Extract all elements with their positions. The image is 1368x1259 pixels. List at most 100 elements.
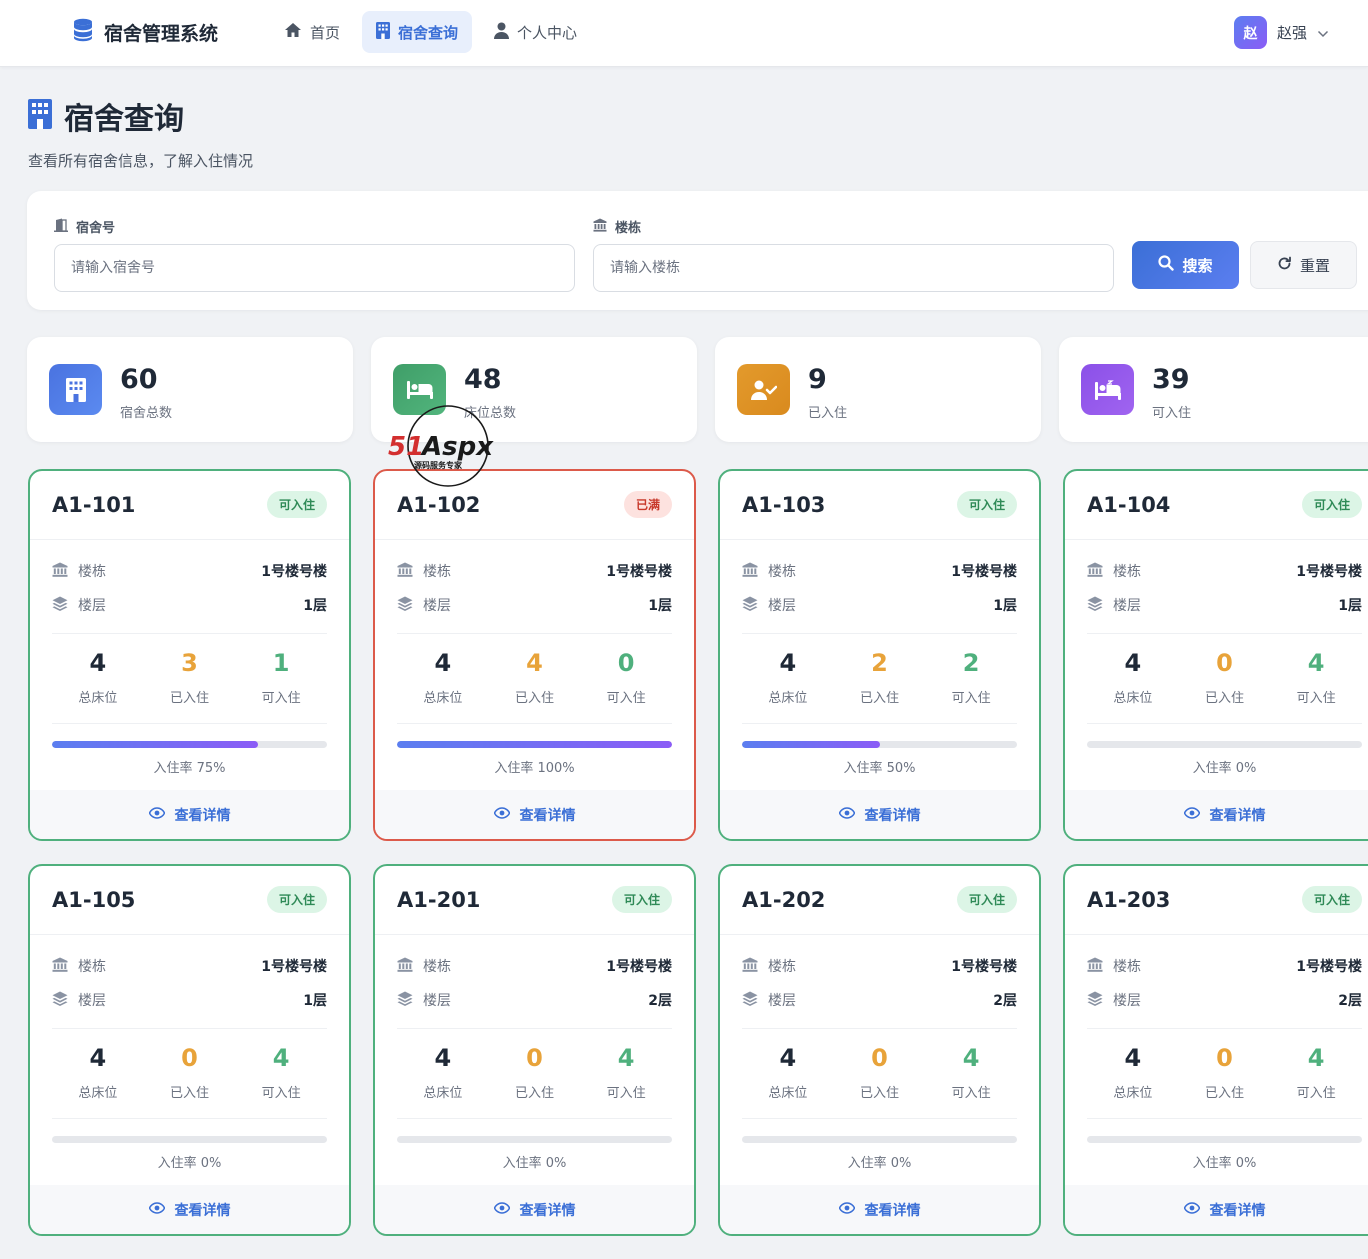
floor-row: 楼层 1层 — [1087, 594, 1362, 616]
available-beds-value: 4 — [962, 1044, 980, 1072]
view-details-button[interactable]: 查看详情 — [30, 790, 349, 839]
view-details-button[interactable]: 查看详情 — [375, 790, 694, 839]
occupied-beds: 3 已入住 — [149, 649, 229, 706]
total-beds: 4 总床位 — [1093, 1044, 1173, 1101]
available-beds-label: 可入住 — [261, 691, 301, 706]
room-card[interactable]: A1-101 可入住 楼栋 1号楼号楼 楼层 1层 4 总床位 3 已入住 1 … — [28, 469, 351, 841]
room-no-input[interactable] — [54, 244, 575, 292]
nav-dorm-query-label: 宿舍查询 — [398, 23, 459, 42]
view-details-button[interactable]: 查看详情 — [375, 1185, 694, 1234]
watermark-logo: 51 Aspx 源码服务专家 — [388, 403, 512, 489]
room-card-header: A1-101 可入住 — [30, 471, 349, 540]
total-beds-label: 总床位 — [423, 1086, 463, 1101]
floor-value: 2层 — [1338, 993, 1362, 1009]
total-beds-label: 总床位 — [1113, 691, 1153, 706]
available-beds-label: 可入住 — [1296, 1086, 1336, 1101]
occupancy-bar — [397, 1136, 672, 1143]
divider — [1087, 723, 1362, 724]
occupancy-bar — [742, 741, 1017, 748]
divider — [397, 1028, 672, 1029]
view-details-button[interactable]: 查看详情 — [30, 1185, 349, 1234]
total-beds-value: 4 — [779, 649, 797, 677]
room-card[interactable]: A1-102 已满 楼栋 1号楼号楼 楼层 1层 4 总床位 4 已入住 0 可… — [373, 469, 696, 841]
nav-profile-label: 个人中心 — [517, 23, 578, 42]
user-check-icon — [737, 364, 790, 415]
building-value: 1号楼号楼 — [1296, 959, 1362, 975]
total-beds-value: 4 — [779, 1044, 797, 1072]
layers-icon — [742, 991, 758, 1010]
room-card[interactable]: A1-201 可入住 楼栋 1号楼号楼 楼层 2层 4 总床位 0 已入住 4 … — [373, 864, 696, 1236]
building-icon — [376, 21, 391, 43]
svg-text:51: 51 — [388, 432, 424, 462]
reset-button[interactable]: 重置 — [1250, 241, 1357, 289]
landmark-icon — [397, 957, 413, 976]
room-card[interactable]: A1-104 可入住 楼栋 1号楼号楼 楼层 1层 4 总床位 0 已入住 4 … — [1063, 469, 1368, 841]
occupancy-rate: 入住率 0% — [1192, 761, 1257, 776]
floor-label: 楼层 — [78, 598, 106, 614]
total-beds-label: 总床位 — [768, 691, 808, 706]
divider — [1087, 1118, 1362, 1119]
occupied-beds-value: 0 — [526, 1044, 543, 1072]
svg-text:源码服务专家: 源码服务专家 — [414, 460, 463, 470]
available-beds: 4 可入住 — [586, 1044, 666, 1101]
room-card[interactable]: A1-203 可入住 楼栋 1号楼号楼 楼层 2层 4 总床位 0 已入住 4 … — [1063, 864, 1368, 1236]
stat-label: 宿舍总数 — [120, 406, 173, 421]
nav-profile[interactable]: 个人中心 — [480, 11, 591, 53]
divider — [397, 723, 672, 724]
room-card-header: A1-104 可入住 — [1065, 471, 1368, 540]
eye-icon — [1183, 806, 1200, 823]
room-card[interactable]: A1-103 可入住 楼栋 1号楼号楼 楼层 1层 4 总床位 2 已入住 2 … — [718, 469, 1041, 841]
home-icon — [284, 22, 302, 42]
status-badge: 可入住 — [956, 886, 1017, 913]
building-value: 1号楼号楼 — [606, 564, 672, 580]
room-card[interactable]: A1-105 可入住 楼栋 1号楼号楼 楼层 1层 4 总床位 0 已入住 4 … — [28, 864, 351, 1236]
view-details-button[interactable]: 查看详情 — [720, 1185, 1039, 1234]
total-beds-value: 4 — [89, 1044, 107, 1072]
building-input[interactable] — [593, 244, 1114, 292]
layers-icon — [1087, 991, 1103, 1010]
occupancy-bar-fill — [397, 741, 672, 748]
building-label: 楼栋 — [1113, 564, 1141, 580]
available-beds: 0 可入住 — [586, 649, 666, 706]
user-menu[interactable]: 赵 赵强 — [1234, 16, 1329, 49]
available-beds: 4 可入住 — [1276, 649, 1356, 706]
nav-home[interactable]: 首页 — [270, 11, 354, 53]
view-details-button[interactable]: 查看详情 — [1065, 790, 1368, 839]
occupied-beds-value: 3 — [181, 649, 198, 677]
occupancy-rate: 入住率 0% — [502, 1156, 567, 1171]
room-number: A1-202 — [742, 888, 826, 912]
available-beds-value: 4 — [1307, 649, 1325, 677]
landmark-icon — [593, 218, 607, 236]
nav-dorm-query[interactable]: 宿舍查询 — [362, 11, 473, 53]
floor-row: 楼层 1层 — [742, 594, 1017, 616]
room-card-header: A1-203 可入住 — [1065, 866, 1368, 935]
stat-label: 已入住 — [808, 406, 848, 421]
search-button[interactable]: 搜索 — [1132, 241, 1239, 289]
bed-stats: 4 总床位 4 已入住 0 可入住 — [397, 649, 672, 706]
total-beds: 4 总床位 — [58, 1044, 138, 1101]
divider — [1087, 633, 1362, 634]
building-row: 楼栋 1号楼号楼 — [52, 955, 327, 977]
divider — [52, 1118, 327, 1119]
available-beds-label: 可入住 — [1296, 691, 1336, 706]
total-beds-value: 4 — [89, 649, 107, 677]
occupied-beds-label: 已入住 — [859, 1086, 899, 1101]
available-beds-value: 1 — [272, 649, 290, 677]
available-beds: 1 可入住 — [241, 649, 321, 706]
bed-stats: 4 总床位 0 已入住 4 可入住 — [52, 1044, 327, 1101]
occupancy-bar-fill — [52, 741, 259, 748]
view-details-button[interactable]: 查看详情 — [1065, 1185, 1368, 1234]
total-beds-value: 4 — [434, 1044, 452, 1072]
page-title: 宿舍查询 — [64, 102, 184, 137]
room-card[interactable]: A1-202 可入住 楼栋 1号楼号楼 楼层 2层 4 总床位 0 已入住 4 … — [718, 864, 1041, 1236]
landmark-icon — [1087, 562, 1103, 581]
total-beds-label: 总床位 — [1113, 1086, 1153, 1101]
brand-title: 宿舍管理系统 — [104, 22, 219, 45]
brand[interactable]: 宿舍管理系统 — [72, 18, 218, 46]
building-row: 楼栋 1号楼号楼 — [1087, 955, 1362, 977]
floor-row: 楼层 1层 — [397, 594, 672, 616]
view-details-button[interactable]: 查看详情 — [720, 790, 1039, 839]
occupied-beds-value: 2 — [871, 649, 888, 677]
view-details-label: 查看详情 — [174, 1202, 231, 1219]
nav-home-label: 首页 — [310, 23, 341, 42]
